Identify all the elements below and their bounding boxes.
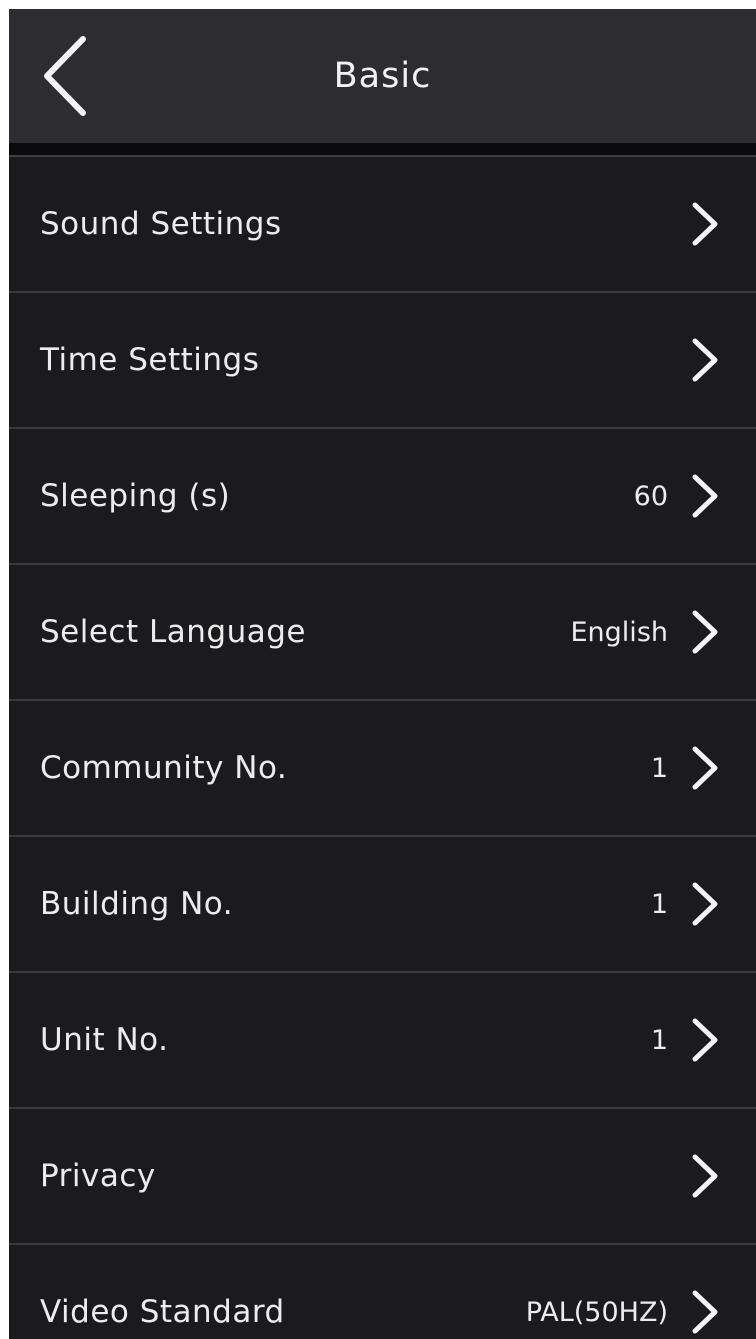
row-value: 60 <box>633 481 668 512</box>
settings-list: Sound Settings Time Settings Sleeping (s… <box>9 157 756 1339</box>
row-value: English <box>570 617 669 648</box>
row-sleeping[interactable]: Sleeping (s) 60 <box>9 429 756 565</box>
chevron-right-icon <box>692 1290 718 1334</box>
row-label: Building No. <box>40 886 234 922</box>
row-time-settings[interactable]: Time Settings <box>9 293 756 429</box>
settings-screen: Basic Sound Settings Time Settings Sleep… <box>9 9 756 1339</box>
chevron-right-icon <box>692 474 718 518</box>
chevron-right-icon <box>692 202 718 246</box>
chevron-right-icon <box>692 746 718 790</box>
row-building-no[interactable]: Building No. 1 <box>9 837 756 973</box>
row-label: Community No. <box>40 750 288 786</box>
header-shadow <box>9 143 756 155</box>
chevron-right-icon <box>692 1018 718 1062</box>
page-title: Basic <box>333 56 432 96</box>
row-label: Time Settings <box>40 342 260 378</box>
chevron-right-icon <box>692 882 718 926</box>
row-value: 1 <box>650 889 668 920</box>
chevron-left-icon <box>44 36 86 116</box>
chevron-right-icon <box>692 1154 718 1198</box>
row-label: Video Standard <box>40 1294 285 1330</box>
row-video-standard[interactable]: Video Standard PAL(50HZ) <box>9 1245 756 1339</box>
row-label: Select Language <box>40 614 306 650</box>
row-unit-no[interactable]: Unit No. 1 <box>9 973 756 1109</box>
row-value: 1 <box>650 1025 668 1056</box>
chevron-right-icon <box>692 610 718 654</box>
back-button[interactable] <box>29 31 109 121</box>
row-value: PAL(50HZ) <box>525 1297 668 1328</box>
row-privacy[interactable]: Privacy <box>9 1109 756 1245</box>
row-community-no[interactable]: Community No. 1 <box>9 701 756 837</box>
chevron-right-icon <box>692 338 718 382</box>
row-label: Unit No. <box>40 1022 169 1058</box>
row-value: 1 <box>650 753 668 784</box>
row-label: Privacy <box>40 1158 156 1194</box>
top-bar: Basic <box>9 9 756 143</box>
row-label: Sleeping (s) <box>40 478 231 514</box>
row-sound-settings[interactable]: Sound Settings <box>9 157 756 293</box>
row-label: Sound Settings <box>40 206 282 242</box>
row-select-language[interactable]: Select Language English <box>9 565 756 701</box>
